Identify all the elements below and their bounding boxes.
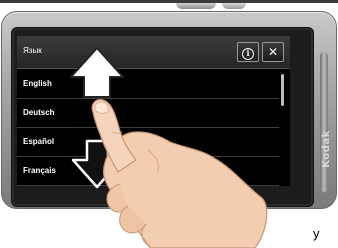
gesture-overlay [70, 47, 268, 248]
arrow-up-icon [70, 47, 124, 98]
help-illustration: Kodak Язык i ✕ English Deutsch Español F… [0, 0, 338, 248]
pointing-hand-icon [91, 99, 268, 248]
caption-text: y [313, 226, 320, 241]
